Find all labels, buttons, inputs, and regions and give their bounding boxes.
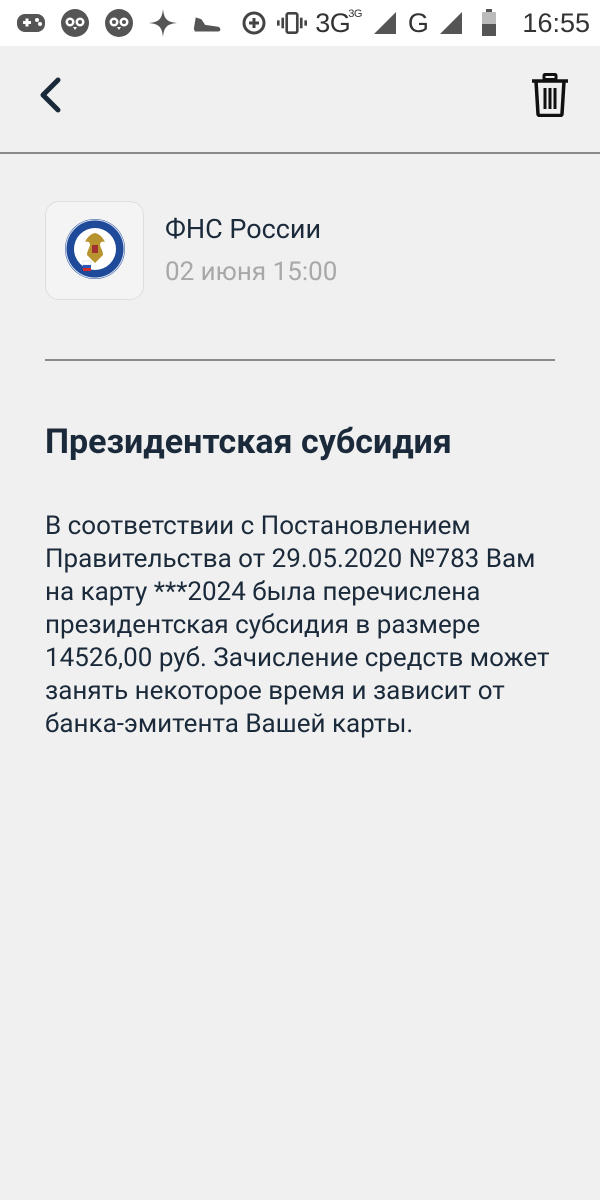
data-saver-icon: [239, 8, 269, 38]
sneaker-icon: [192, 8, 222, 38]
fns-emblem-icon: [63, 217, 127, 285]
network-type-3g: 3G3G: [315, 7, 362, 38]
sender-info: ФНС России 02 июня 15:00: [45, 201, 555, 301]
signal-icon: [436, 8, 466, 38]
delete-button[interactable]: [528, 72, 572, 122]
owl-icon: [104, 8, 134, 38]
system-icons: 3G3G G 16:55: [239, 8, 590, 39]
battery-icon: [474, 8, 504, 38]
message-title: Президентская субсидия: [45, 422, 452, 462]
message-body: В соответствии с Постановлением Правител…: [45, 511, 550, 739]
owl-icon: [60, 8, 90, 38]
signal-icon: [370, 8, 400, 38]
message-date: 02 июня 15:00: [165, 257, 338, 287]
chevron-left-icon: [38, 77, 62, 117]
status-bar: 3G3G G 16:55: [0, 0, 600, 46]
gamepad-icon: [16, 8, 46, 38]
vibrate-icon: [277, 8, 308, 38]
sender-logo: [45, 201, 144, 300]
trash-icon: [531, 73, 569, 121]
network-type-g: G: [407, 7, 429, 38]
clock: 16:55: [522, 7, 590, 38]
app-header: [0, 46, 600, 154]
back-button[interactable]: [30, 74, 70, 120]
sparkle-icon: [148, 8, 178, 38]
sender-name: ФНС России: [165, 213, 322, 245]
notification-icons: [16, 8, 222, 38]
divider: [45, 359, 555, 361]
